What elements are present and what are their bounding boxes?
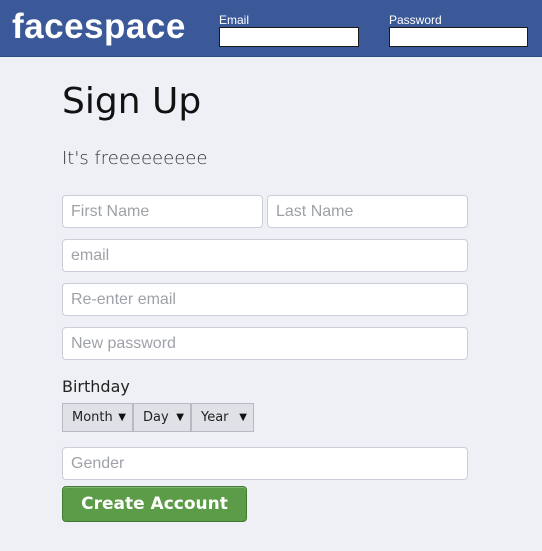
page-title: Sign Up (62, 81, 202, 122)
create-account-button[interactable]: Create Account (62, 486, 247, 522)
birthday-label: Birthday (62, 377, 130, 396)
email-input[interactable] (62, 239, 468, 272)
day-select[interactable]: Day ▼ (133, 403, 191, 432)
new-password-input[interactable] (62, 327, 468, 360)
page-subtitle: It's freeeeeeeee (62, 148, 208, 169)
reenter-email-input[interactable] (62, 283, 468, 316)
month-dropdown-arrow-icon: ▼ (118, 412, 126, 423)
last-name-input[interactable] (267, 195, 468, 228)
login-email-input[interactable] (219, 27, 359, 47)
site-logo[interactable]: facespace (12, 6, 186, 48)
year-select[interactable]: Year ▼ (191, 403, 254, 432)
day-select-label: Day (143, 410, 169, 425)
day-dropdown-arrow-icon: ▼ (176, 412, 184, 423)
year-dropdown-arrow-icon: ▼ (239, 412, 247, 423)
first-name-input[interactable] (62, 195, 263, 228)
year-select-label: Year (201, 410, 229, 425)
top-bar: facespace Email Password (0, 0, 542, 57)
gender-input[interactable] (62, 447, 468, 480)
login-email-label: Email (219, 13, 250, 27)
month-select[interactable]: Month ▼ (62, 403, 133, 432)
login-password-label: Password (389, 13, 442, 27)
month-select-label: Month (72, 410, 113, 425)
login-password-input[interactable] (389, 27, 528, 47)
